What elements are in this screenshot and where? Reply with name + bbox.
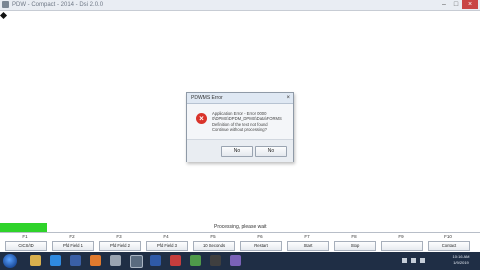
fkey-button-f9[interactable] [381, 241, 423, 251]
status-divider [0, 232, 480, 233]
no-button[interactable]: No [221, 146, 253, 157]
dialog-close-icon[interactable]: × [286, 94, 290, 102]
fkey-label: F6 [257, 234, 263, 239]
fkey-label: F1 [22, 234, 28, 239]
dialog-message-line: Continue without processing? [212, 127, 267, 133]
terminal-icon[interactable] [210, 255, 221, 266]
fkey-label: F7 [304, 234, 310, 239]
window-titlebar: PDW - Compact - 2014 - Dsi 2.0.0 – □ × [0, 0, 480, 11]
dialog-title: PDWMS Error [191, 95, 223, 101]
notepad-icon[interactable] [190, 255, 201, 266]
clock-date: 1/9/2019 [453, 260, 469, 265]
pdw-app-icon[interactable] [130, 255, 143, 268]
settings-app-icon[interactable] [110, 255, 121, 266]
word-icon[interactable] [150, 255, 161, 266]
fkey-label: F2 [69, 234, 75, 239]
start-button[interactable] [3, 254, 17, 268]
fkey-button-f4[interactable]: Pfd Field 3 [146, 241, 188, 251]
fkey-label: F8 [351, 234, 357, 239]
app-icon [2, 1, 9, 8]
fkey-button-f7[interactable]: Start [287, 241, 329, 251]
fkey-button-f8[interactable]: Stop [334, 241, 376, 251]
window-title: PDW - Compact - 2014 - Dsi 2.0.0 [12, 2, 104, 8]
error-dialog: PDWMS Error × × Application Error - Erro… [186, 92, 294, 162]
ok-button[interactable]: No [255, 146, 287, 157]
paint-icon[interactable] [170, 255, 181, 266]
firefox-icon[interactable] [90, 255, 101, 266]
dialog-message: Application Error - Error 0000 0\DPMS\DP… [212, 111, 288, 133]
fkey-button-f6[interactable]: Restart [240, 241, 282, 251]
tray-volume-icon[interactable] [411, 258, 416, 263]
fkey-button-f5[interactable]: 10 Seconds [193, 241, 235, 251]
fkey-button-f2[interactable]: Pfd Field 1 [52, 241, 94, 251]
minimize-button[interactable]: – [438, 0, 450, 9]
progress-bar [0, 223, 47, 232]
fkey-button-f10[interactable]: Contact [428, 241, 470, 251]
windows-explorer-icon[interactable] [30, 255, 41, 266]
close-button[interactable]: × [462, 0, 478, 9]
cursor-marker [0, 11, 8, 20]
media-player-icon[interactable] [70, 255, 81, 266]
window-controls: – □ × [438, 0, 478, 9]
error-icon: × [196, 113, 207, 124]
tray-network-icon[interactable] [402, 258, 407, 263]
fkey-label: F10 [444, 234, 452, 239]
fkey-label: F9 [398, 234, 404, 239]
fkey-button-f3[interactable]: Pfd Field 2 [99, 241, 141, 251]
maximize-button[interactable]: □ [450, 0, 462, 9]
taskbar-clock[interactable]: 10:16 AM 1/9/2019 [449, 254, 473, 266]
fkey-label: F4 [163, 234, 169, 239]
misc-app-icon[interactable] [230, 255, 241, 266]
fkey-button-f1[interactable]: CICS/ID [5, 241, 47, 251]
fkey-label: F5 [210, 234, 216, 239]
tray-flag-icon[interactable] [420, 258, 425, 263]
status-text: Processing, please wait [214, 224, 267, 230]
fkey-label: F3 [116, 234, 122, 239]
internet-explorer-icon[interactable] [50, 255, 61, 266]
taskbar: 10:16 AM 1/9/2019 [0, 252, 480, 270]
